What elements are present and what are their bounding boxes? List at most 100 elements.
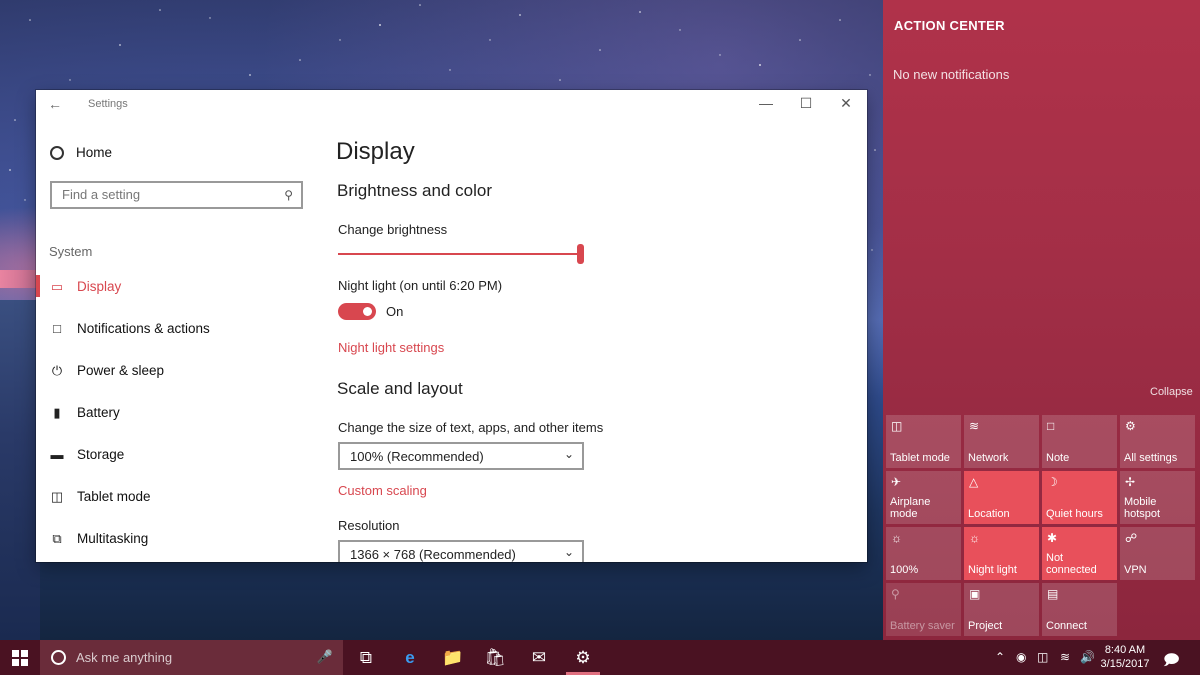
tile-brightness[interactable]: ☼ 100% [886,527,961,580]
horizon-glow [0,270,40,288]
night-light-settings-link[interactable]: Night light settings [338,340,444,355]
settings-app-icon[interactable]: ⚙ [570,648,596,668]
nav-home[interactable]: Home [50,145,112,160]
tile-project[interactable]: ▣ Project [964,583,1039,636]
find-setting-input[interactable]: Find a setting ⚲ [50,181,303,209]
note-icon: □ [1047,419,1055,433]
nav-item-tablet-mode[interactable]: ◫ Tablet mode [50,488,151,505]
brightness-slider-track[interactable] [338,253,580,255]
action-center-panel: ACTION CENTER No new notifications Colla… [883,0,1200,640]
title-bar: ← Settings — ☐ ✕ [36,90,867,118]
nav-item-battery[interactable]: ▮ Battery [50,404,119,421]
resolution-value: 1366 × 768 (Recommended) [350,547,516,562]
vpn-icon: ☍ [1125,531,1138,545]
volume-icon[interactable]: 🔊 [1080,650,1095,664]
coastline [0,300,40,640]
night-light-state: On [386,304,404,319]
nav-item-label: Storage [77,447,125,462]
monitor-icon: ▭ [50,278,64,294]
action-center-notification-icon[interactable]: 🗩 [1163,650,1180,675]
hotspot-icon: ✢ [1125,475,1136,489]
edge-browser-icon[interactable]: e [397,648,423,668]
task-view-icon[interactable]: ⧉ [353,648,379,668]
bluetooth-icon: ✱ [1047,531,1058,545]
brightness-slider-thumb[interactable] [577,244,584,264]
mail-icon[interactable]: ✉ [526,648,552,668]
nav-item-storage[interactable]: ▬ Storage [50,447,125,462]
chevron-down-icon: ⌄ [563,447,574,461]
no-notifications-text: No new notifications [893,67,1010,82]
minimize-button[interactable]: — [756,95,776,111]
cortana-search-box[interactable]: Ask me anything 🎤 [40,640,343,675]
maximize-button[interactable]: ☐ [796,95,816,112]
back-arrow-icon[interactable]: ← [48,96,62,112]
record-icon[interactable]: ◉ [1016,650,1026,664]
location-icon: △ [969,475,979,489]
scale-heading: Scale and layout [337,379,463,398]
file-explorer-icon[interactable]: 📁 [440,648,466,668]
network-icon: ≋ [969,419,980,433]
nav-item-label: Power & sleep [77,363,165,378]
settings-window: ← Settings — ☐ ✕ Home Find a setting ⚲ S… [36,90,867,562]
nav-item-label: Tablet mode [77,489,151,504]
chat-bubble-icon: □ [53,321,61,336]
clock-time: 8:40 AM [1104,644,1146,656]
nav-item-label: Multitasking [77,531,149,546]
tablet-icon: ◫ [50,488,64,504]
tablet-pen-icon[interactable]: ◫ [1037,650,1048,664]
close-button[interactable]: ✕ [836,95,856,112]
resolution-dropdown[interactable]: 1366 × 768 (Recommended) ⌄ [338,540,584,562]
tile-note[interactable]: □ Note [1042,415,1117,468]
tile-airplane-mode[interactable]: ✈ Airplane mode [886,471,961,524]
resolution-label: Resolution [338,518,400,533]
scale-value: 100% (Recommended) [350,449,484,464]
tile-vpn[interactable]: ☍ VPN [1120,527,1195,580]
nav-item-multitasking[interactable]: ⧉ Multitasking [50,530,149,547]
nav-section-system: System [49,244,93,259]
nav-item-notifications[interactable]: □ Notifications & actions [50,321,210,336]
nav-item-label: Notifications & actions [77,321,210,336]
chevron-down-icon: ⌄ [563,545,574,559]
connect-icon: ▤ [1047,587,1059,601]
nav-item-display[interactable]: ▭ Display [50,278,121,295]
multitask-icon: ⧉ [52,530,62,546]
search-placeholder: Find a setting [62,187,141,202]
tile-night-light[interactable]: ☼ Night light [964,527,1039,580]
active-indicator [36,275,40,297]
show-hidden-icons-chevron-icon[interactable]: ⌃ [995,650,1005,664]
tile-bluetooth[interactable]: ✱ Not connected [1042,527,1117,580]
tile-battery-saver[interactable]: ⚲ Battery saver [886,583,961,636]
taskbar-clock[interactable]: 8:40 AM 3/15/2017 [1100,643,1150,671]
tile-connect[interactable]: ▤ Connect [1042,583,1117,636]
wifi-icon[interactable]: ≋ [1060,650,1070,664]
windows-start-icon[interactable] [12,650,28,666]
battery-icon: ▮ [53,404,61,420]
page-title: Display [336,138,415,165]
microphone-icon[interactable]: 🎤 [317,649,333,665]
custom-scaling-link[interactable]: Custom scaling [338,483,427,498]
search-icon: ⚲ [284,188,293,202]
brightness-icon: ☼ [891,531,902,545]
taskbar: Ask me anything 🎤 ⧉ e 📁 🛍 ✉ ⚙ ⌃ ◉ ◫ ≋ 🔊 [0,640,1200,675]
collapse-link[interactable]: Collapse [1150,386,1193,398]
scale-label: Change the size of text, apps, and other… [338,420,604,435]
cortana-icon [51,650,66,665]
nav-home-label: Home [76,145,113,160]
display-settings-content: Display Brightness and color Change brig… [336,118,867,562]
store-icon[interactable]: 🛍 [482,648,508,668]
nav-item-power-sleep[interactable]: ⏻ Power & sleep [50,363,165,379]
window-title: Settings [88,98,128,110]
tablet-mode-icon: ◫ [891,419,903,433]
night-light-toggle[interactable] [338,303,376,320]
drive-icon: ▬ [50,447,64,462]
tile-quiet-hours[interactable]: ☽ Quiet hours [1042,471,1117,524]
tile-network[interactable]: ≋ Network [964,415,1039,468]
scale-dropdown[interactable]: 100% (Recommended) ⌄ [338,442,584,470]
tile-mobile-hotspot[interactable]: ✢ Mobile hotspot [1120,471,1195,524]
tile-all-settings[interactable]: ⚙ All settings [1120,415,1195,468]
gear-icon: ⚙ [1125,419,1136,433]
cortana-placeholder: Ask me anything [76,650,173,665]
tile-location[interactable]: △ Location [964,471,1039,524]
tile-tablet-mode[interactable]: ◫ Tablet mode [886,415,961,468]
clock-date: 3/15/2017 [1100,658,1150,670]
